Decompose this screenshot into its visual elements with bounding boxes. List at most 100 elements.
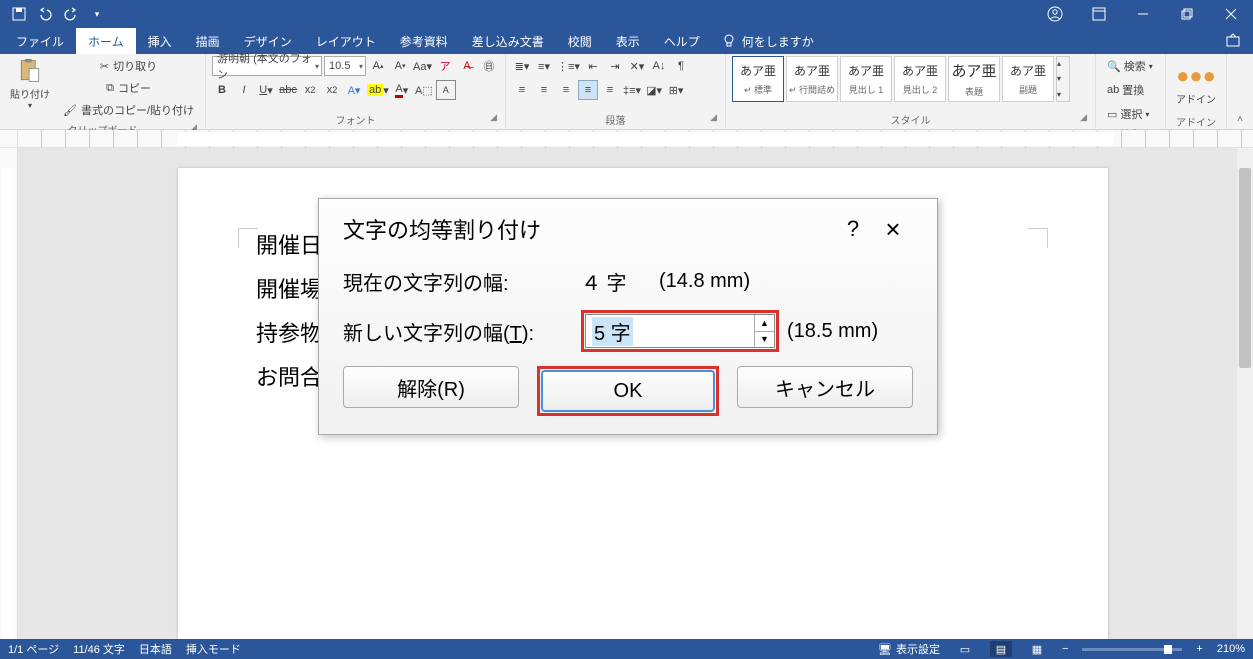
phonetic-guide-button[interactable]: ア [435,56,455,76]
cancel-button[interactable]: キャンセル [737,366,913,408]
borders-button[interactable]: ⊞▾ [666,80,686,100]
bullets-button[interactable]: ≣▾ [512,56,532,76]
style-heading2[interactable]: あア亜見出し 2 [894,56,946,102]
shrink-font-button[interactable]: A▾ [390,56,410,76]
scrollbar-thumb[interactable] [1239,168,1251,368]
superscript-button[interactable]: x2 [322,80,342,100]
maximize-button[interactable] [1165,0,1209,28]
undo-icon[interactable] [32,0,58,28]
italic-button[interactable]: I [234,80,254,100]
spinner-down[interactable]: ▼ [755,332,774,348]
styles-dialog-launcher[interactable]: ◢ [1080,112,1087,123]
horizontal-ruler[interactable] [0,130,1253,148]
spinner-up[interactable]: ▲ [755,315,774,332]
replace-button[interactable]: ab置換 [1102,80,1149,100]
dialog-close-button[interactable]: × [873,214,913,245]
status-language[interactable]: 日本語 [139,641,172,657]
new-width-spinner[interactable]: 5 字 ▲ ▼ [585,314,775,348]
line-spacing-button[interactable]: ‡≡▾ [622,80,642,100]
align-center-button[interactable]: ≡ [534,80,554,100]
tab-layout[interactable]: レイアウト [304,28,388,54]
styles-scrollbar[interactable]: ▴▾▾ [1056,56,1070,102]
show-marks-button[interactable]: ¶ [671,56,691,76]
zoom-out-button[interactable]: − [1062,643,1068,655]
font-name-combo[interactable]: 游明朝 (本文のフォン▾ [212,56,322,76]
paste-button[interactable]: 貼り付け ▾ [6,56,54,112]
print-layout-button[interactable]: ▤ [990,641,1012,657]
status-insert-mode[interactable]: 挿入モード [186,641,241,657]
font-color-button[interactable]: A▾ [392,80,412,100]
redo-icon[interactable] [58,0,84,28]
copy-button[interactable]: ⧉コピー [58,78,199,98]
style-heading1[interactable]: あア亜見出し 1 [840,56,892,102]
tab-insert[interactable]: 挿入 [136,28,184,54]
subscript-button[interactable]: x2 [300,80,320,100]
increase-indent-button[interactable]: ⇥ [605,56,625,76]
text-effects-button[interactable]: A▾ [344,80,364,100]
style-title[interactable]: あア亜表題 [948,56,1000,102]
multilevel-button[interactable]: ⋮≡▾ [556,56,581,76]
justify-button[interactable]: ≡ [578,80,598,100]
tab-file[interactable]: ファイル [4,28,76,54]
tab-mailings[interactable]: 差し込み文書 [460,28,556,54]
addins-button[interactable]: ●●● アドイン [1172,56,1220,112]
enclose-char-button[interactable]: ㊐ [479,56,499,76]
remove-button[interactable]: 解除(R) [343,366,519,408]
status-page[interactable]: 1/1 ページ [8,641,59,657]
tab-home[interactable]: ホーム [76,28,136,54]
find-button[interactable]: 🔍検索▾ [1102,56,1158,76]
tab-references[interactable]: 参考資料 [388,28,460,54]
paragraph-dialog-launcher[interactable]: ◢ [710,112,717,123]
font-size-combo[interactable]: 10.5▾ [324,56,366,76]
style-subtitle[interactable]: あア亜副題 [1002,56,1054,102]
select-button[interactable]: ▭選択▾ [1102,104,1154,124]
vertical-ruler[interactable] [0,148,18,639]
qat-customize-icon[interactable]: ▾ [84,0,110,28]
font-dialog-launcher[interactable]: ◢ [490,112,497,123]
style-nospacing[interactable]: あア亜↵ 行間詰め [786,56,838,102]
decrease-indent-button[interactable]: ⇤ [583,56,603,76]
dialog-help-button[interactable]: ? [833,216,873,242]
align-right-button[interactable]: ≡ [556,80,576,100]
tab-view[interactable]: 表示 [604,28,652,54]
align-left-button[interactable]: ≡ [512,80,532,100]
shading-button[interactable]: ◪▾ [644,80,664,100]
save-icon[interactable] [6,0,32,28]
zoom-slider[interactable] [1082,648,1182,651]
char-border-button[interactable]: A [436,80,456,100]
zoom-level[interactable]: 210% [1217,643,1245,655]
underline-button[interactable]: U▾ [256,80,276,100]
asian-layout-button[interactable]: ✕▾ [627,56,647,76]
collapse-ribbon-icon[interactable]: ˄ [1237,114,1243,125]
distribute-button[interactable]: ≡ [600,80,620,100]
focus-mode-button[interactable]: ▭ [954,641,976,657]
cut-button[interactable]: ✂切り取り [58,56,199,76]
close-button[interactable] [1209,0,1253,28]
zoom-in-button[interactable]: + [1196,643,1202,655]
numbering-button[interactable]: ≡▾ [534,56,554,76]
grow-font-button[interactable]: A▴ [368,56,388,76]
strike-button[interactable]: abc [278,80,298,100]
tab-help[interactable]: ヘルプ [652,28,712,54]
ribbon-display-icon[interactable] [1077,0,1121,28]
minimize-button[interactable] [1121,0,1165,28]
sort-button[interactable]: A↓ [649,56,669,76]
share-button[interactable] [1213,28,1253,54]
ok-button[interactable]: OK [541,370,715,412]
highlight-button[interactable]: ab▾ [366,80,390,100]
new-width-input[interactable]: 5 字 [586,315,754,347]
format-painter-button[interactable]: 🖌書式のコピー/貼り付け [58,100,199,120]
display-settings-button[interactable]: 🖥表示設定 [878,641,940,657]
account-icon[interactable] [1033,0,1077,28]
char-shading-button[interactable]: A⬚ [414,80,434,100]
tab-review[interactable]: 校閲 [556,28,604,54]
change-case-button[interactable]: Aa▾ [412,56,433,76]
web-layout-button[interactable]: ▦ [1026,641,1048,657]
vertical-scrollbar[interactable] [1237,148,1253,639]
clear-format-button[interactable]: A̶ [457,56,477,76]
tell-me[interactable]: 何をしますか [712,28,824,54]
status-words[interactable]: 11/46 文字 [73,641,125,657]
zoom-slider-thumb[interactable] [1164,645,1172,654]
bold-button[interactable]: B [212,80,232,100]
style-normal[interactable]: あア亜↵ 標準 [732,56,784,102]
